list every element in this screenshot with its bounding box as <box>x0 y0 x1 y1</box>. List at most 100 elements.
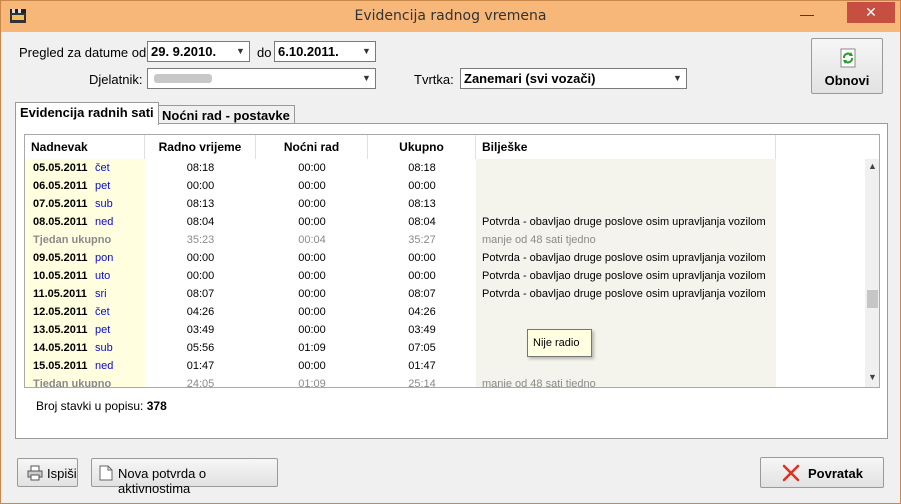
item-count: Broj stavki u popisu: 378 <box>36 399 167 413</box>
date-cell: 05.05.2011 <box>25 159 145 177</box>
note-cell: manje od 48 sati tjedno <box>476 231 776 249</box>
table-row[interactable]: 06.05.2011 00:00 00:00 00:00 pet <box>25 177 865 195</box>
note-cell <box>476 195 776 213</box>
scroll-up-icon[interactable]: ▲ <box>865 161 879 175</box>
minimize-button[interactable]: — <box>794 5 820 25</box>
table-row[interactable]: 09.05.2011 00:00 00:00 00:00 Potvrda - obavl… <box>25 249 865 267</box>
night-cell: 00:00 <box>298 270 326 282</box>
col-header-notes[interactable]: Bilješke <box>476 135 776 159</box>
night-cell: 00:00 <box>298 324 326 336</box>
col-header-total[interactable]: Ukupno <box>368 135 476 159</box>
date-to-picker[interactable]: 6.10.2011. ▼ <box>274 41 376 62</box>
night-cell: 00:00 <box>298 162 326 174</box>
document-icon <box>99 465 113 481</box>
day-cell: pet <box>95 180 111 192</box>
table-row[interactable]: 10.05.2011 00:00 00:00 00:00 Potvrda - obavl… <box>25 267 865 285</box>
table-row[interactable]: 12.05.2011 04:26 00:00 04:26 čet <box>25 303 865 321</box>
day-cell: čet <box>95 162 110 174</box>
new-certificate-button[interactable]: Nova potvrda o aktivnostima <box>91 458 278 496</box>
total-cell: 35:27 <box>408 234 436 246</box>
refresh-label: Obnovi <box>824 73 870 88</box>
table-row[interactable]: 05.05.2011 08:18 00:00 08:18 čet <box>25 159 865 177</box>
item-count-value: 378 <box>146 399 167 413</box>
night-cell: 00:00 <box>298 360 326 372</box>
client-area: Pregled za datume od 29. 9.2010. ▼ do 6.… <box>8 32 893 498</box>
date-cell: 06.05.2011 <box>25 177 145 195</box>
date-cell: Tjedan ukupno <box>25 231 145 249</box>
night-cell: 00:00 <box>298 288 326 300</box>
night-cell: 00:00 <box>298 306 326 318</box>
date-cell: Tjedan ukupno <box>25 375 145 387</box>
table-row[interactable]: 15.05.2011 01:47 00:00 01:47 ned <box>25 357 865 375</box>
work-cell: 35:23 <box>186 234 215 246</box>
employee-select[interactable]: ▼ <box>147 68 376 89</box>
table-row[interactable]: 07.05.2011 08:13 00:00 08:13 sub <box>25 195 865 213</box>
note-cell: Potvrda - obavljao druge poslove osim up… <box>476 213 776 231</box>
day-cell: sub <box>95 198 113 210</box>
table-row[interactable]: 08.05.2011 08:04 00:00 08:04 Potvrda - obavl… <box>25 213 865 231</box>
date-from-picker[interactable]: 29. 9.2010. ▼ <box>147 41 250 62</box>
printer-icon <box>27 465 43 481</box>
date-cell: 07.05.2011 <box>25 195 145 213</box>
total-cell: 04:26 <box>408 306 436 318</box>
company-select[interactable]: Zanemari (svi vozači) ▼ <box>460 68 687 89</box>
chevron-down-icon[interactable]: ▼ <box>232 42 249 61</box>
total-cell: 00:00 <box>408 270 436 282</box>
work-cell: 01:47 <box>186 360 215 372</box>
night-cell: 00:00 <box>298 252 326 264</box>
date-range-label: Pregled za datume od <box>19 45 147 60</box>
scroll-thumb[interactable] <box>867 290 878 308</box>
back-button[interactable]: Povratak <box>760 457 884 488</box>
chevron-down-icon[interactable]: ▼ <box>358 69 375 88</box>
refresh-button[interactable]: Obnovi <box>811 38 883 94</box>
scroll-down-icon[interactable]: ▼ <box>865 372 879 386</box>
tab-work-hours[interactable]: Evidencija radnih sati <box>15 102 159 125</box>
night-cell: 00:00 <box>298 180 326 192</box>
note-cell <box>476 357 776 375</box>
table-row[interactable]: 11.05.2011 08:07 00:00 08:07 Potvrda - obavl… <box>25 285 865 303</box>
chevron-down-icon[interactable]: ▼ <box>358 42 375 61</box>
day-cell: ned <box>95 360 114 372</box>
col-header-night[interactable]: Noćni rad <box>256 135 368 159</box>
col-header-work[interactable]: Radno vrijeme <box>145 135 256 159</box>
table-row[interactable]: 14.05.2011 05:56 01:09 07:05 sub <box>25 339 865 357</box>
window-title: Evidencija radnog vremena <box>354 8 547 24</box>
total-cell: 00:00 <box>408 252 436 264</box>
vertical-scrollbar[interactable]: ▲ ▼ <box>865 159 879 387</box>
item-count-label: Broj stavki u popisu: <box>36 399 144 413</box>
week-total-row[interactable]: Tjedan ukupno 35:23 00:04 35:27 manje od 48 … <box>25 231 865 249</box>
date-cell: 11.05.2011 <box>25 285 145 303</box>
day-cell: uto <box>95 270 111 282</box>
grid-header: Nadnevak Radno vrijeme Noćni rad Ukupno … <box>25 135 865 159</box>
night-cell: 00:00 <box>298 198 326 210</box>
day-cell: pon <box>95 252 114 264</box>
close-button[interactable]: ✕ <box>847 2 895 23</box>
work-cell: 00:00 <box>186 270 215 282</box>
total-cell: 00:00 <box>408 180 436 192</box>
company-value: Zanemari (svi vozači) <box>464 71 596 86</box>
title-bar[interactable]: Evidencija radnog vremena — ✕ <box>1 1 900 32</box>
chevron-down-icon[interactable]: ▼ <box>669 69 686 88</box>
total-cell: 03:49 <box>408 324 436 336</box>
back-label: Povratak <box>808 466 863 481</box>
redacted-employee-name <box>154 74 212 83</box>
note-cell <box>476 321 776 339</box>
hours-grid[interactable]: Nadnevak Radno vrijeme Noćni rad Ukupno … <box>24 134 880 388</box>
day-cell: pet <box>95 324 111 336</box>
note-cell: Potvrda - obavljao druge poslove osim up… <box>476 267 776 285</box>
week-total-row[interactable]: Tjedan ukupno 24:05 01:09 25:14 manje od 48 … <box>25 375 865 387</box>
work-cell: 04:26 <box>186 306 215 318</box>
day-cell: sri <box>95 288 107 300</box>
night-cell: 00:04 <box>298 234 326 246</box>
table-row[interactable]: 13.05.2011 03:49 00:00 03:49 pet <box>25 321 865 339</box>
total-cell: 08:07 <box>408 288 436 300</box>
col-header-date[interactable]: Nadnevak <box>25 135 145 159</box>
print-button[interactable]: Ispiši <box>17 458 78 487</box>
work-cell: 03:49 <box>186 324 215 336</box>
note-cell <box>476 303 776 321</box>
night-cell: 01:09 <box>298 342 326 354</box>
date-cell: 09.05.2011 <box>25 249 145 267</box>
night-cell: 00:00 <box>298 216 326 228</box>
company-label: Tvrtka: <box>414 72 454 87</box>
tooltip: Nije radio <box>527 329 592 357</box>
